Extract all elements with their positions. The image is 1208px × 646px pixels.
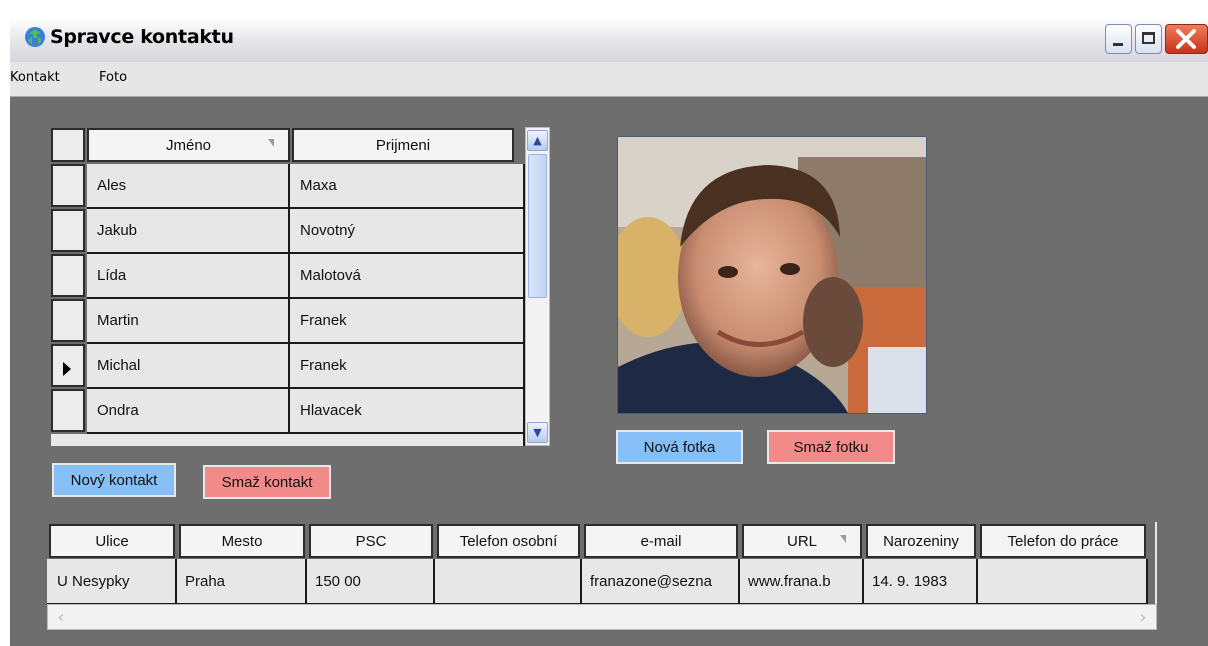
title-bar[interactable]: Spravce kontaktu xyxy=(10,18,1208,62)
sort-indicator-icon xyxy=(840,535,846,543)
column-header-jmeno[interactable]: Jméno xyxy=(87,128,290,162)
cell-prijmeni[interactable]: Hlavacek xyxy=(290,389,525,434)
cell-prijmeni[interactable]: Franek xyxy=(290,299,525,344)
maximize-button[interactable] xyxy=(1135,24,1162,54)
partial-row xyxy=(51,434,525,446)
row-header-cell[interactable] xyxy=(51,344,85,387)
column-header-label: URL xyxy=(786,532,817,550)
horizontal-scrollbar[interactable]: ‹ › xyxy=(47,604,1157,630)
new-photo-button[interactable]: Nová fotka xyxy=(616,430,743,464)
menu-bar: Kontakt Foto xyxy=(10,62,1208,97)
cell-jmeno[interactable]: Ondra xyxy=(87,389,290,434)
row-header-cell[interactable] xyxy=(51,389,85,432)
corner-header-cell[interactable] xyxy=(51,128,85,162)
column-header-detail[interactable]: Telefon osobní xyxy=(437,524,580,558)
cell-prijmeni[interactable]: Malotová xyxy=(290,254,525,299)
close-button[interactable] xyxy=(1165,24,1208,54)
scroll-down-arrow-icon[interactable]: ▼ xyxy=(527,422,548,443)
column-header-label: Telefon do práce xyxy=(1007,532,1119,550)
cell-prijmeni[interactable]: Maxa xyxy=(290,164,525,209)
cell-detail[interactable]: Praha xyxy=(177,559,307,605)
column-header-detail[interactable]: Ulice xyxy=(49,524,175,558)
menu-kontakt[interactable]: Kontakt xyxy=(10,70,60,85)
vertical-scrollbar[interactable]: ▲ ▼ xyxy=(525,127,550,446)
cell-detail[interactable]: franazone@sezna xyxy=(582,559,740,605)
cell-detail[interactable] xyxy=(435,559,582,605)
close-icon xyxy=(1176,29,1196,49)
column-header-detail[interactable]: e-mail xyxy=(584,524,738,558)
column-header-label: Jméno xyxy=(165,136,212,154)
delete-photo-button[interactable]: Smaž fotku xyxy=(767,430,895,464)
column-header-label: e-mail xyxy=(640,532,682,550)
photo-image xyxy=(618,137,926,413)
cell-jmeno[interactable]: Lída xyxy=(87,254,290,299)
row-header-cell[interactable] xyxy=(51,209,85,252)
cell-jmeno[interactable]: Martin xyxy=(87,299,290,344)
cell-detail[interactable]: U Nesypky xyxy=(47,559,177,605)
menu-foto[interactable]: Foto xyxy=(99,70,127,85)
cell-detail[interactable] xyxy=(978,559,1148,605)
cell-detail[interactable]: 14. 9. 1983 xyxy=(864,559,978,605)
maximize-icon xyxy=(1142,32,1155,44)
column-header-label: Narozeniny xyxy=(883,532,959,550)
column-header-label: Prijmeni xyxy=(375,136,431,154)
column-header-label: Ulice xyxy=(95,532,129,550)
minimize-button[interactable] xyxy=(1105,24,1132,54)
column-header-detail[interactable]: Mesto xyxy=(179,524,305,558)
scroll-left-arrow-icon[interactable]: ‹ xyxy=(51,607,71,628)
delete-contact-button[interactable]: Smaž kontakt xyxy=(203,465,331,499)
sort-indicator-icon xyxy=(268,139,274,147)
column-header-label: Mesto xyxy=(221,532,263,550)
column-header-detail[interactable]: PSC xyxy=(309,524,433,558)
cell-prijmeni[interactable]: Franek xyxy=(290,344,525,389)
cell-detail[interactable]: 150 00 xyxy=(307,559,435,605)
selected-row-indicator-icon xyxy=(63,362,71,376)
cell-jmeno[interactable]: Jakub xyxy=(87,209,290,254)
minimize-icon xyxy=(1113,43,1123,46)
cell-prijmeni[interactable]: Novotný xyxy=(290,209,525,254)
recycle-globe-icon xyxy=(25,27,45,47)
column-header-label: PSC xyxy=(355,532,387,550)
cell-detail[interactable]: www.frana.b xyxy=(740,559,864,605)
new-contact-button[interactable]: Nový kontakt xyxy=(52,463,176,497)
cell-jmeno[interactable]: Ales xyxy=(87,164,290,209)
cell-jmeno[interactable]: Michal xyxy=(87,344,290,389)
scroll-thumb[interactable] xyxy=(528,154,547,298)
column-header-prijmeni[interactable]: Prijmeni xyxy=(292,128,514,162)
column-header-detail[interactable]: URL xyxy=(742,524,862,558)
column-header-detail[interactable]: Telefon do práce xyxy=(980,524,1146,558)
row-header-cell[interactable] xyxy=(51,164,85,207)
contact-photo xyxy=(617,136,927,414)
row-header-cell[interactable] xyxy=(51,254,85,297)
details-table-right-edge xyxy=(1155,522,1157,604)
column-header-detail[interactable]: Narozeniny xyxy=(866,524,976,558)
row-header-cell[interactable] xyxy=(51,299,85,342)
scroll-right-arrow-icon[interactable]: › xyxy=(1133,607,1153,628)
window-title: Spravce kontaktu xyxy=(50,26,234,48)
column-header-label: Telefon osobní xyxy=(459,532,558,550)
scroll-up-arrow-icon[interactable]: ▲ xyxy=(527,130,548,151)
